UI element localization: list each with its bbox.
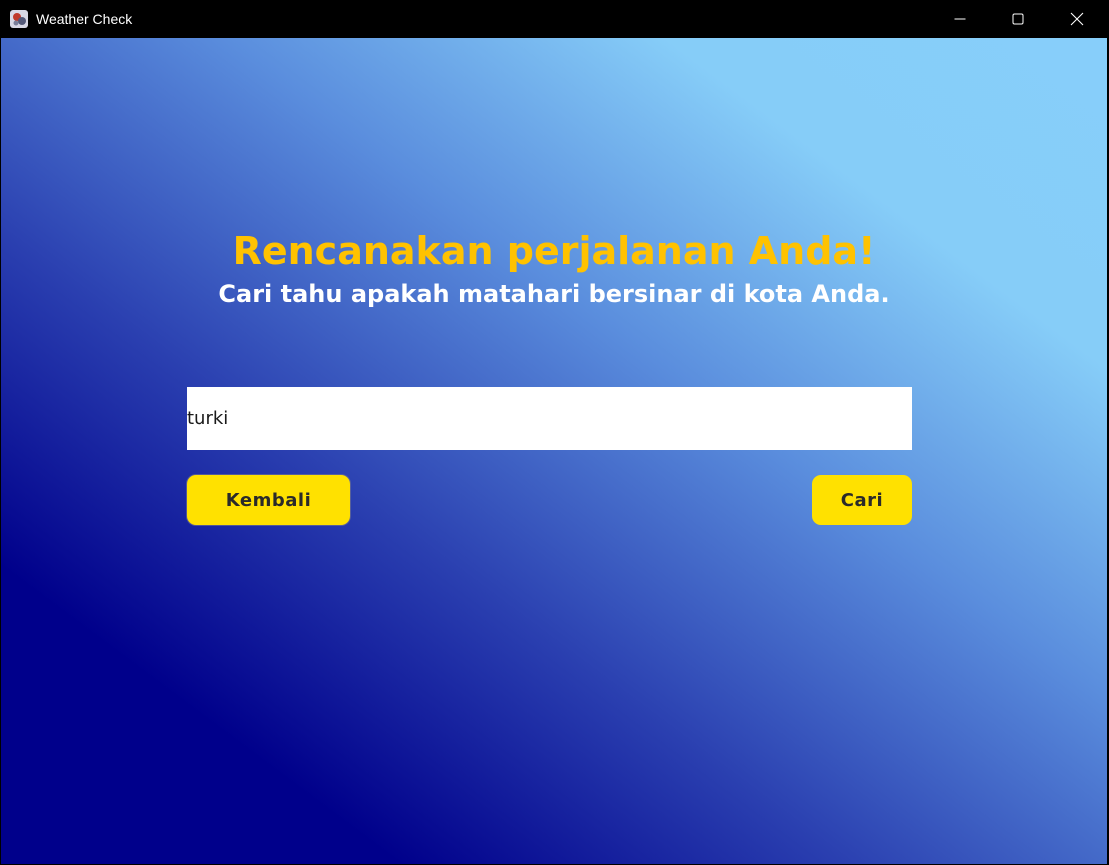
maximize-button[interactable] xyxy=(995,0,1041,38)
title-bar[interactable]: Weather Check xyxy=(0,0,1109,38)
minimize-icon xyxy=(954,18,966,20)
back-button[interactable]: Kembali xyxy=(187,475,350,525)
close-button[interactable] xyxy=(1054,0,1100,38)
search-button[interactable]: Cari xyxy=(812,475,912,525)
close-icon xyxy=(1070,12,1084,26)
page-title: Rencanakan perjalanan Anda! xyxy=(232,229,876,273)
maximize-icon xyxy=(1012,13,1024,25)
app-window: Weather Check Rencanakan perjalanan Anda… xyxy=(0,0,1109,865)
app-icon xyxy=(9,9,29,29)
minimize-button[interactable] xyxy=(937,0,983,38)
page-subtitle: Cari tahu apakah matahari bersinar di ko… xyxy=(218,280,890,308)
main-panel: Rencanakan perjalanan Anda! Cari tahu ap… xyxy=(1,38,1107,864)
city-search-input[interactable] xyxy=(187,387,912,450)
window-title: Weather Check xyxy=(36,11,133,27)
